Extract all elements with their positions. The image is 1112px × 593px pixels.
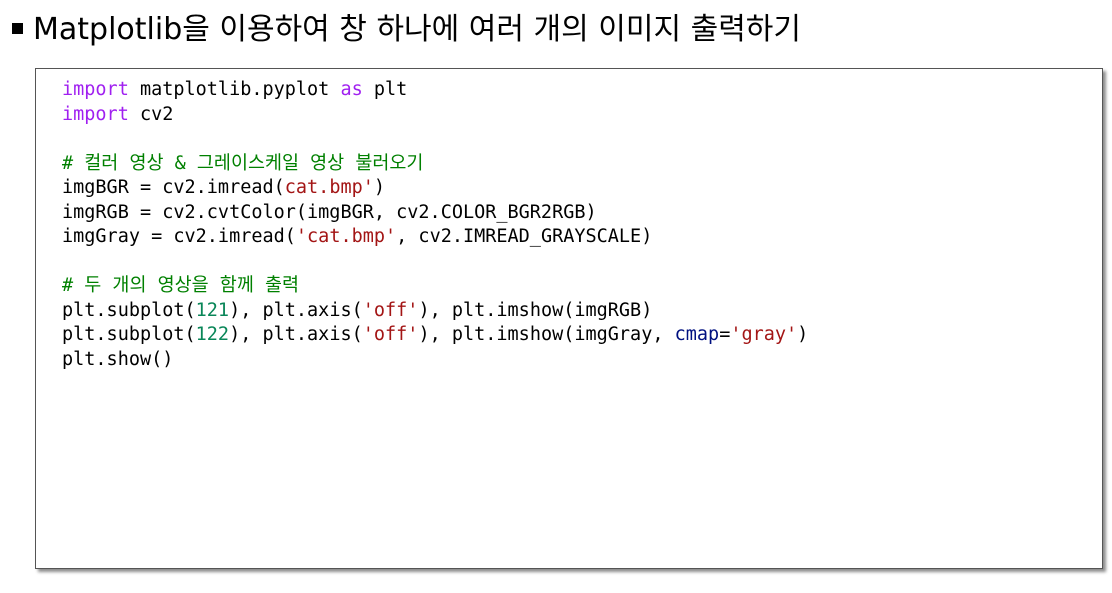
code-line: imgBGR = cv2.imread(cat.bmp'): [62, 176, 808, 201]
code-token: ): [373, 177, 386, 198]
code-listing: import matplotlib.pyplot as plt import cv…: [62, 78, 808, 372]
code-token: plt.subplot(: [62, 299, 196, 321]
code-token: imgBGR = cv2.imread(: [62, 177, 285, 198]
code-token-cmt: # 두 개의 영상을 함께 출력: [62, 275, 300, 296]
code-token-num: 122: [195, 324, 230, 345]
code-token: matplotlib.pyplot: [128, 79, 341, 100]
code-token-kw: import: [62, 79, 129, 100]
code-line: import cv2: [62, 103, 808, 128]
code-token: plt.subplot(: [62, 324, 196, 345]
code-token: plt.show(): [62, 348, 174, 370]
code-token-cmt: # 컬러 영상 & 그레이스케일 영상 불러오기: [62, 152, 424, 174]
code-token-param: cmap: [674, 324, 720, 345]
code-token-kw: as: [340, 79, 363, 100]
code-token: =: [719, 324, 731, 345]
code-line: # 두 개의 영상을 함께 출력: [62, 274, 808, 299]
code-token: , cv2.IMREAD_GRAYSCALE): [396, 226, 653, 247]
code-token: ): [797, 324, 809, 345]
code-line: plt.subplot(121), plt.axis('off'), plt.i…: [62, 299, 808, 324]
code-token-str: 'off': [362, 299, 419, 321]
code-token: ), plt.imshow(imgRGB): [418, 299, 653, 321]
code-block: import matplotlib.pyplot as plt import cv…: [35, 68, 1103, 569]
code-token-str: 'off': [362, 324, 419, 345]
code-token: ), plt.imshow(imgGray,: [418, 324, 675, 345]
slide-heading: Matplotlib을 이용하여 창 하나에 여러 개의 이미지 출력하기: [12, 2, 801, 50]
code-token-kw: import: [62, 103, 129, 125]
code-line: plt.subplot(122), plt.axis('off'), plt.i…: [62, 323, 808, 348]
code-token: ), plt.axis(: [229, 299, 363, 321]
code-line: plt.show(): [62, 348, 808, 373]
code-line: import matplotlib.pyplot as plt: [62, 78, 808, 103]
code-token-str: cat.bmp': [284, 177, 374, 198]
square-bullet-icon: [12, 22, 23, 34]
code-token: cv2: [128, 103, 174, 125]
code-line: imgRGB = cv2.cvtColor(imgBGR, cv2.COLOR_…: [62, 201, 808, 226]
code-token-str: 'cat.bmp': [295, 226, 397, 247]
code-line: # 컬러 영상 & 그레이스케일 영상 불러오기: [62, 152, 808, 177]
code-token: ), plt.axis(: [229, 324, 363, 345]
code-line: imgGray = cv2.imread('cat.bmp', cv2.IMRE…: [62, 225, 808, 250]
code-token-str: 'gray': [730, 324, 798, 345]
code-token-num: 121: [195, 299, 230, 321]
code-token: plt: [362, 79, 408, 100]
heading-text: Matplotlib을 이용하여 창 하나에 여러 개의 이미지 출력하기: [33, 12, 801, 47]
code-token: imgGray = cv2.imread(: [62, 226, 296, 247]
code-token: imgRGB = cv2.cvtColor(imgBGR, cv2.COLOR_…: [62, 201, 597, 223]
